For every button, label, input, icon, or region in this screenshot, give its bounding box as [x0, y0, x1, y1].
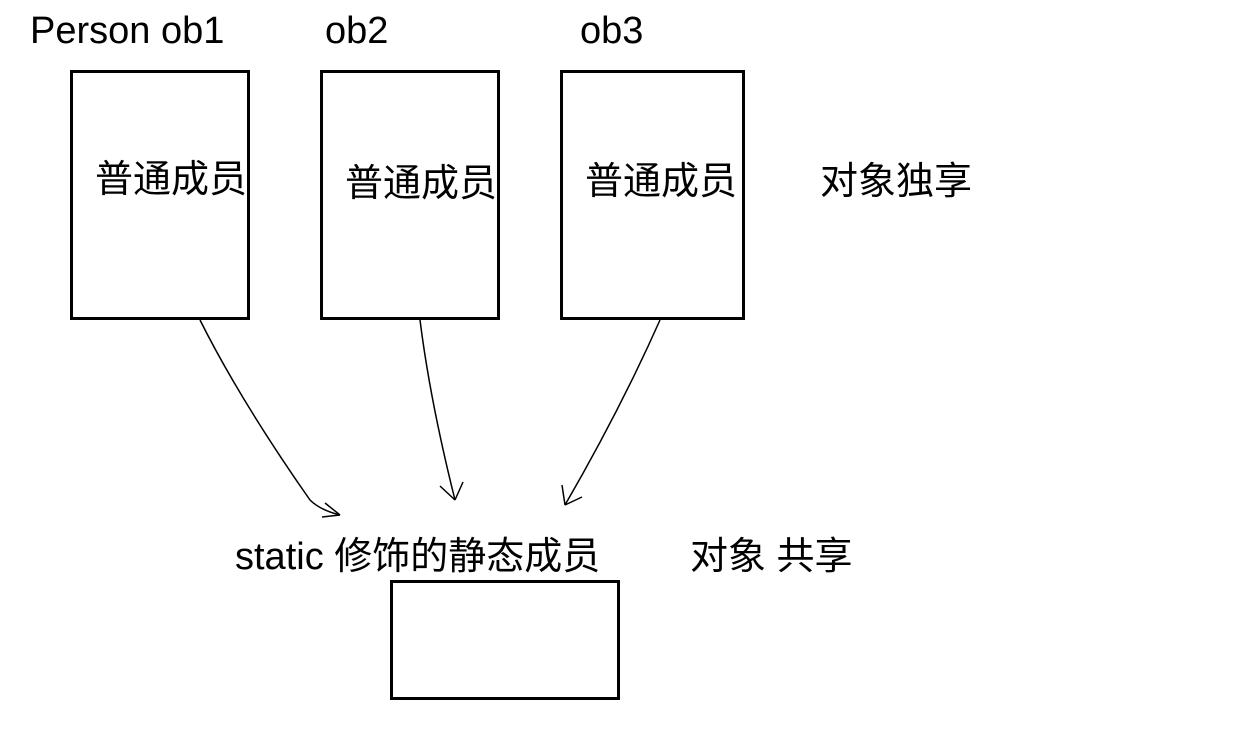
member-text-1: 普通成员 [95, 148, 247, 203]
object-label-1: Person ob1 [30, 10, 224, 53]
arrow-2-head [440, 482, 463, 500]
object-label-3: ob3 [580, 10, 643, 53]
side-label: 对象独享 [820, 150, 972, 205]
arrow-3-head [562, 485, 582, 505]
member-text-2: 普通成员 [345, 152, 497, 207]
arrow-1 [200, 320, 340, 515]
arrow-1-head [322, 503, 340, 517]
member-text-3: 普通成员 [585, 150, 737, 205]
static-text-1: static 修饰的静态成员 [235, 525, 600, 580]
static-text-2: 对象 共享 [690, 525, 853, 580]
object-label-2: ob2 [325, 10, 388, 53]
arrow-2 [420, 320, 455, 500]
arrow-3 [565, 320, 660, 505]
static-box [390, 580, 620, 700]
